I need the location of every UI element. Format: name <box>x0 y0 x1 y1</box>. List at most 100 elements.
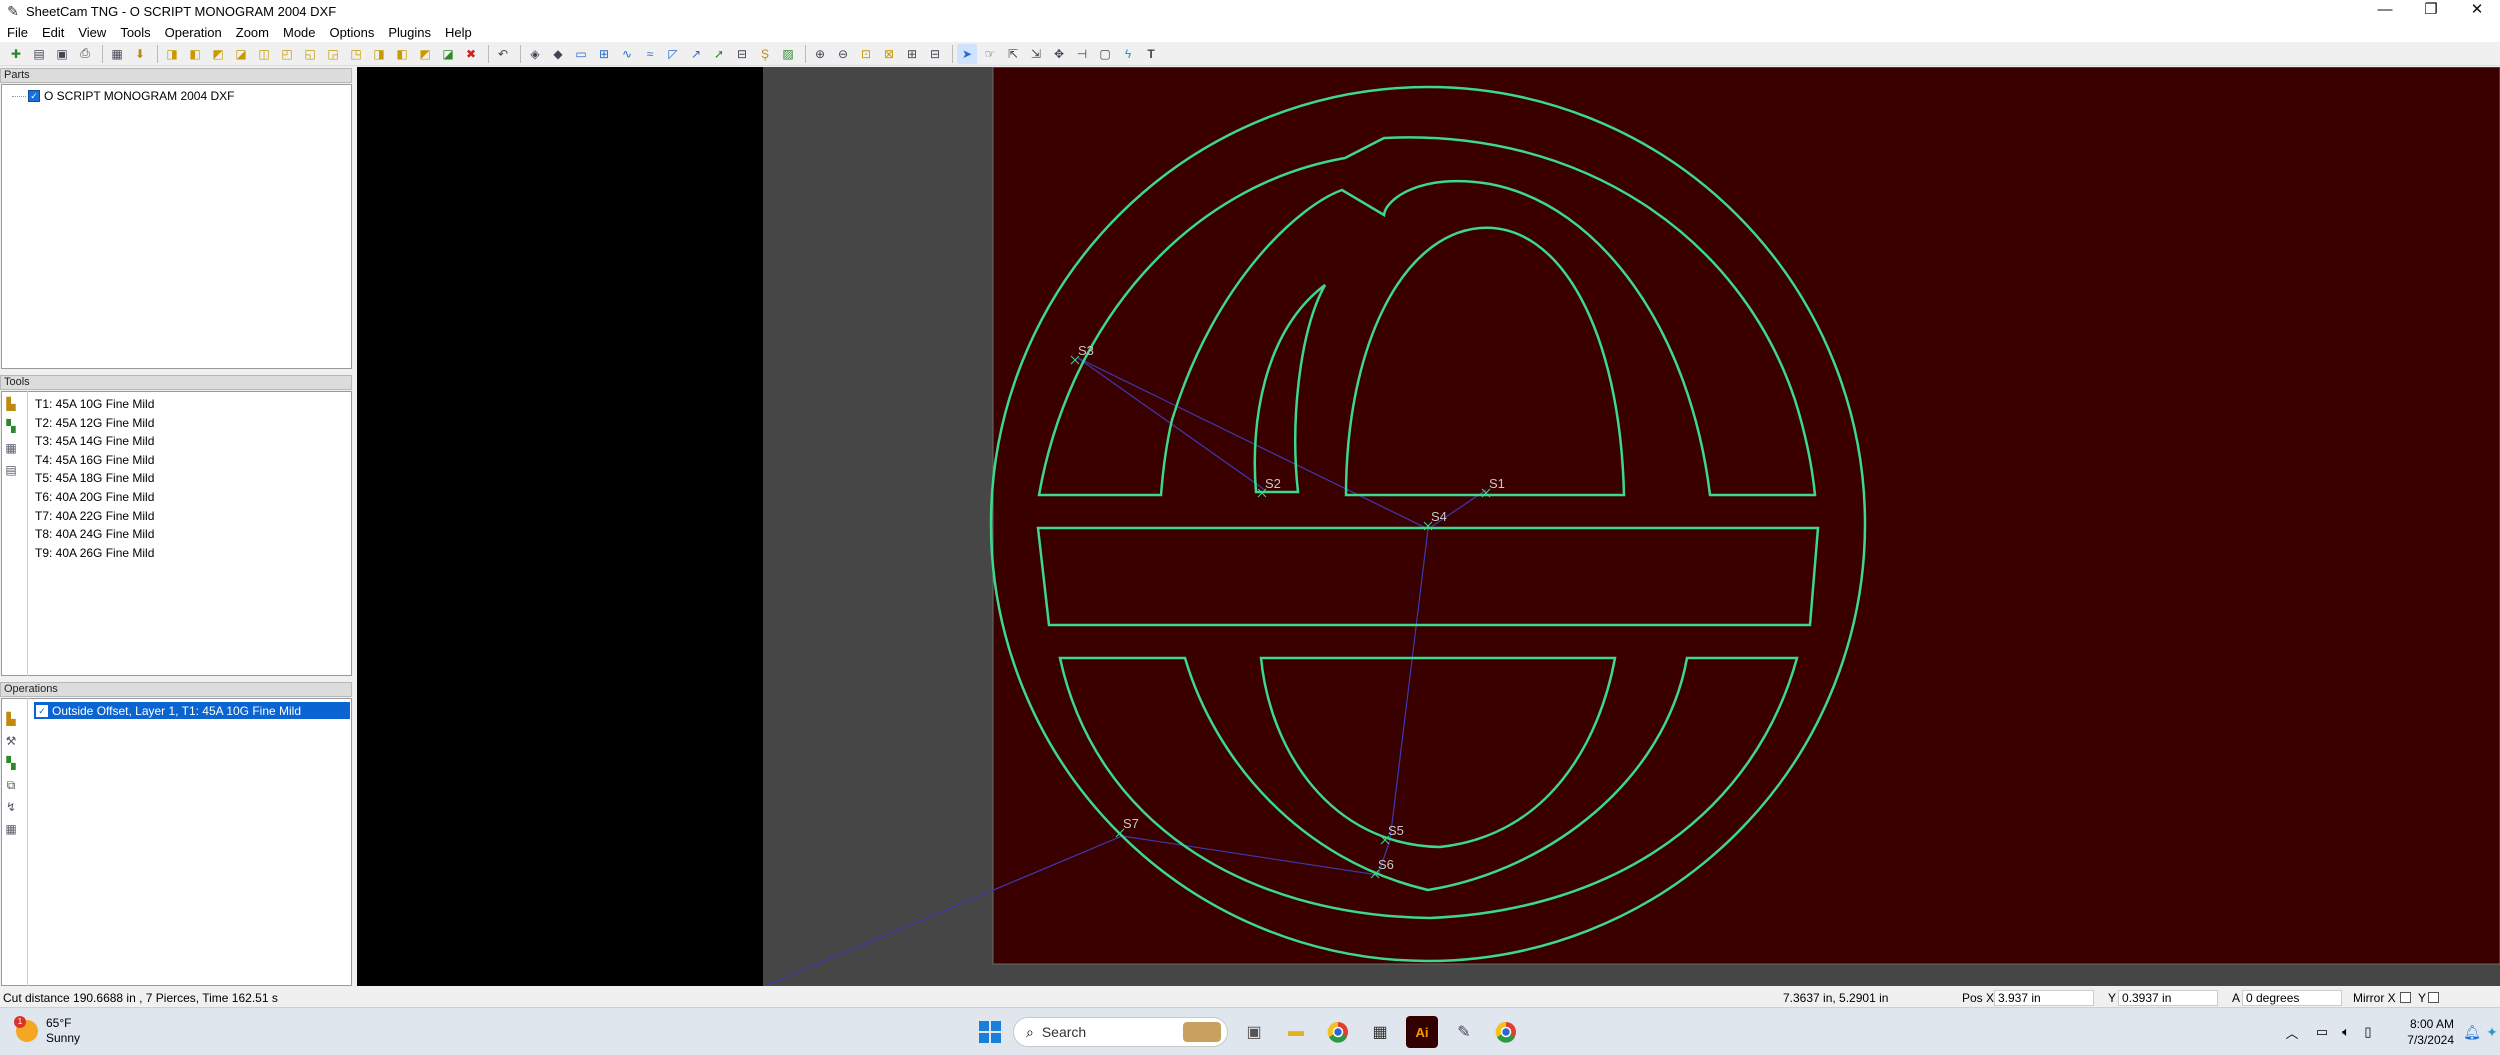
tool-item[interactable]: T2: 45A 12G Fine Mild <box>35 414 154 433</box>
tool-table-icon[interactable]: ▦ <box>2 439 20 457</box>
tool-item[interactable]: T6: 40A 20G Fine Mild <box>35 488 154 507</box>
menu-mode[interactable]: Mode <box>276 25 323 40</box>
illustrator-icon[interactable]: Ai <box>1406 1016 1438 1048</box>
operation-tool-icon[interactable]: ⚒ <box>2 732 20 750</box>
open-job-icon[interactable]: ▤ <box>29 44 49 64</box>
operation-11-icon[interactable]: ◧ <box>392 44 412 64</box>
tool-item[interactable]: T9: 40A 26G Fine Mild <box>35 544 154 563</box>
save-job-icon[interactable]: ▣ <box>52 44 72 64</box>
sheetcam-taskbar-icon[interactable]: ✎ <box>1448 1016 1480 1048</box>
operation-copy-icon[interactable]: ⧉ <box>2 776 20 794</box>
pos-x-field[interactable]: 3.937 in <box>1994 990 2094 1006</box>
print-icon[interactable]: ⎙ <box>75 44 95 64</box>
windows-start-icon[interactable] <box>974 1016 1006 1048</box>
zoom-out-icon[interactable]: ⊖ <box>833 44 853 64</box>
chrome-icon[interactable] <box>1322 1016 1354 1048</box>
menu-tools[interactable]: Tools <box>113 25 157 40</box>
part-item[interactable]: ✓ O SCRIPT MONOGRAM 2004 DXF <box>28 89 234 103</box>
undo-icon[interactable]: ↶ <box>493 44 513 64</box>
text-tool-icon[interactable]: T <box>1141 44 1161 64</box>
operation-1-icon[interactable]: ◨ <box>162 44 182 64</box>
operation-8-icon[interactable]: ◲ <box>323 44 343 64</box>
edit-path-icon[interactable]: ⇲ <box>1026 44 1046 64</box>
view-3d-icon[interactable]: ◈ <box>525 44 545 64</box>
operation-12-icon[interactable]: ◩ <box>415 44 435 64</box>
file-explorer-icon[interactable]: ▬ <box>1280 1016 1312 1048</box>
start-point-icon[interactable]: Ş <box>755 44 775 64</box>
menu-plugins[interactable]: Plugins <box>381 25 438 40</box>
tool-item[interactable]: T8: 40A 24G Fine Mild <box>35 525 154 544</box>
menu-help[interactable]: Help <box>438 25 479 40</box>
delete-icon[interactable]: ✖ <box>461 44 481 64</box>
operation-6-icon[interactable]: ◰ <box>277 44 297 64</box>
select-part-icon[interactable]: ☞ <box>980 44 1000 64</box>
tool-item[interactable]: T1: 45A 10G Fine Mild <box>35 395 154 414</box>
lightning-icon[interactable]: ϟ <box>1118 44 1138 64</box>
calculator-icon[interactable]: ▦ <box>107 44 127 64</box>
zoom-in-icon[interactable]: ⊕ <box>810 44 830 64</box>
rectangle-icon[interactable]: ▢ <box>1095 44 1115 64</box>
clock[interactable]: 8:00 AM 7/3/2024 <box>2374 1016 2454 1048</box>
paths-icon[interactable]: ⊞ <box>594 44 614 64</box>
operation-path-icon[interactable]: ↯ <box>2 798 20 816</box>
lead-in-icon[interactable]: ◸ <box>663 44 683 64</box>
chevron-up-icon[interactable]: ︿ <box>2276 1016 2308 1048</box>
curve-icon[interactable]: ∿ <box>617 44 637 64</box>
menu-edit[interactable]: Edit <box>35 25 71 40</box>
operation-7-icon[interactable]: ◱ <box>300 44 320 64</box>
menu-operation[interactable]: Operation <box>158 25 229 40</box>
menu-file[interactable]: File <box>0 25 35 40</box>
calculator-app-icon[interactable]: ▦ <box>1364 1016 1396 1048</box>
zoom-sheet-icon[interactable]: ⊟ <box>925 44 945 64</box>
tool-item[interactable]: T3: 45A 14G Fine Mild <box>35 432 154 451</box>
move-icon[interactable]: ✥ <box>1049 44 1069 64</box>
operation-5-icon[interactable]: ◫ <box>254 44 274 64</box>
sheet-icon[interactable]: ▭ <box>571 44 591 64</box>
rapid-icon[interactable]: ↗ <box>686 44 706 64</box>
menu-view[interactable]: View <box>71 25 113 40</box>
part-checkbox[interactable]: ✓ <box>28 90 40 102</box>
mirror-y-checkbox[interactable] <box>2428 992 2439 1003</box>
operation-2-icon[interactable]: ◧ <box>185 44 205 64</box>
operation-10-icon[interactable]: ◨ <box>369 44 389 64</box>
select-arrow-icon[interactable]: ➤ <box>957 43 977 64</box>
post-process-icon[interactable]: ⬇ <box>130 44 150 64</box>
minimize-button[interactable]: — <box>2362 0 2408 22</box>
operation-13-icon[interactable]: ◪ <box>438 44 458 64</box>
copilot-icon[interactable]: ✦ <box>2476 1016 2500 1048</box>
menu-options[interactable]: Options <box>323 25 382 40</box>
operation-table-icon[interactable]: ▦ <box>2 820 20 838</box>
zoom-fit-icon[interactable]: ⊞ <box>902 44 922 64</box>
operation-9-icon[interactable]: ◳ <box>346 44 366 64</box>
set-start-icon[interactable]: ⇱ <box>1003 44 1023 64</box>
weather-widget[interactable]: 1 65°F Sunny <box>14 1016 80 1046</box>
operation-add-icon[interactable]: ▙ <box>2 710 20 728</box>
operation-checkbox[interactable]: ✓ <box>36 704 48 717</box>
direction-icon[interactable]: ➚ <box>709 44 729 64</box>
y-field[interactable]: 0.3937 in <box>2118 990 2218 1006</box>
operation-3-icon[interactable]: ◩ <box>208 44 228 64</box>
zoom-window-icon[interactable]: ⊡ <box>856 44 876 64</box>
restore-button[interactable]: ❐ <box>2408 0 2454 22</box>
chrome-profile-icon[interactable] <box>1490 1016 1522 1048</box>
tool-item[interactable]: T5: 45A 18G Fine Mild <box>35 469 154 488</box>
tool-item[interactable]: T7: 40A 22G Fine Mild <box>35 507 154 526</box>
mirror-x-checkbox[interactable] <box>2400 992 2411 1003</box>
new-job-icon[interactable]: ✚ <box>6 44 26 64</box>
task-view-icon[interactable]: ▣ <box>1238 1016 1270 1048</box>
operation-edit-icon[interactable]: ▚ <box>2 754 20 772</box>
menu-zoom[interactable]: Zoom <box>229 25 276 40</box>
operation-row-selected[interactable]: ✓ Outside Offset, Layer 1, T1: 45A 10G F… <box>34 702 350 719</box>
tool-item[interactable]: T4: 45A 16G Fine Mild <box>35 451 154 470</box>
drawing-canvas[interactable]: S1 S2 S3 S4 S5 S6 S7 <box>357 67 2500 986</box>
show-paths-icon[interactable]: ▨ <box>778 44 798 64</box>
grid-icon[interactable]: ⊟ <box>732 44 752 64</box>
offset-curve-icon[interactable]: ≈ <box>640 44 660 64</box>
angle-field[interactable]: 0 degrees <box>2242 990 2342 1006</box>
layers-icon[interactable]: ◆ <box>548 44 568 64</box>
taskbar-search[interactable]: ⌕ Search <box>1013 1017 1228 1047</box>
close-button[interactable]: ✕ <box>2454 0 2500 22</box>
nest-icon[interactable]: ⊣ <box>1072 44 1092 64</box>
zoom-part-icon[interactable]: ⊠ <box>879 44 899 64</box>
tool-add-icon[interactable]: ▙ <box>2 395 20 413</box>
